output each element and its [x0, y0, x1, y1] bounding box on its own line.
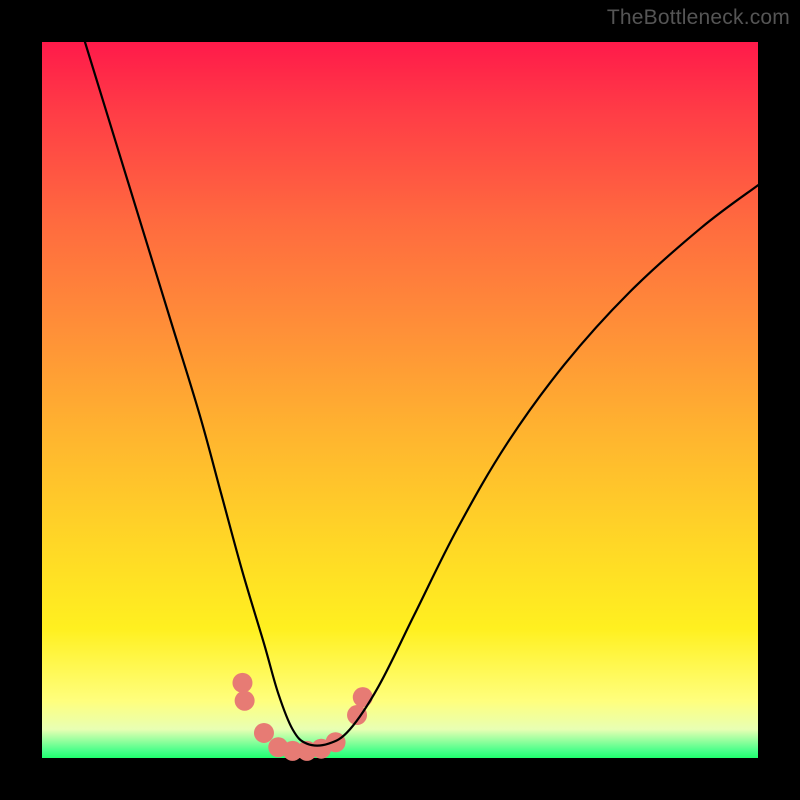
bottleneck-curve: [85, 42, 758, 746]
plot-area: [42, 42, 758, 758]
curve-layer: [42, 42, 758, 758]
watermark-text: TheBottleneck.com: [607, 6, 790, 30]
highlight-dot: [235, 691, 255, 711]
highlight-dot: [232, 673, 252, 693]
highlight-dots: [232, 673, 372, 761]
highlight-dot: [254, 723, 274, 743]
highlight-dot: [353, 687, 373, 707]
chart-frame: TheBottleneck.com: [0, 0, 800, 800]
